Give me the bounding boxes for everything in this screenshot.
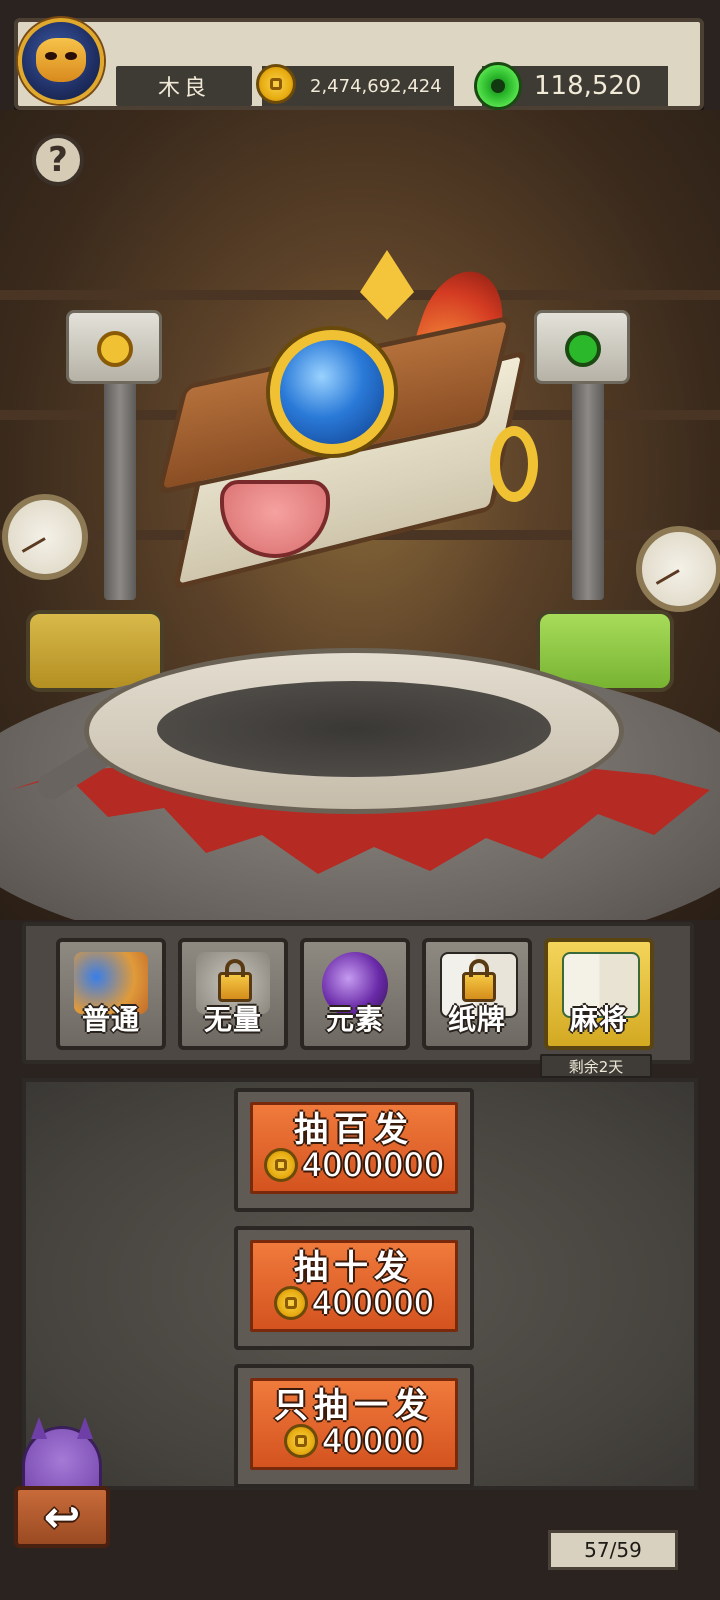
pool-tab-bar: 普通 无量 元素 纸牌 麻将 (22, 922, 694, 1064)
player-avatar[interactable] (18, 18, 104, 104)
help-button[interactable]: ? (32, 134, 84, 186)
draw-10-button[interactable]: 抽十发 400000 (234, 1226, 474, 1350)
blue-orb (270, 330, 394, 454)
tab-element[interactable]: 元素 (300, 938, 410, 1050)
gold-coin-icon (273, 1286, 308, 1320)
draw-10-title: 抽十发 (294, 1248, 414, 1288)
tab-label: 纸牌 (447, 1003, 506, 1036)
right-pipe (572, 370, 604, 600)
mask-avatar-icon (36, 38, 86, 82)
tab-infinite[interactable]: 无量 (178, 938, 288, 1050)
gold-value: 2,474,692,424 (310, 75, 442, 97)
summon-hole (157, 681, 551, 777)
left-canister (66, 310, 162, 384)
cost-value: 400000 (311, 1284, 435, 1322)
draw-10-cost: 400000 (238, 1284, 470, 1322)
leaf-ornament (360, 250, 414, 320)
shelf (0, 290, 720, 300)
draw-1-cost: 40000 (238, 1422, 470, 1460)
gold-coin-icon (284, 1424, 319, 1458)
tab-label: 元素 (325, 1003, 384, 1036)
summon-ring (84, 648, 624, 814)
tab-cards[interactable]: 纸牌 (422, 938, 532, 1050)
player-name: 木良 (116, 66, 252, 106)
left-gauge (2, 494, 88, 580)
top-status-bar: 木良 2,474,692,424 118,520 (14, 18, 704, 110)
collection-count: 57/59 (548, 1530, 678, 1570)
draw-100-title: 抽百发 (294, 1110, 414, 1150)
back-arrow-icon: ↩ (14, 1486, 110, 1548)
tab-mahjong[interactable]: 麻将 (544, 938, 654, 1050)
tab-normal[interactable]: 普通 (56, 938, 166, 1050)
book-creature[interactable] (150, 250, 550, 630)
gold-coin-icon (263, 1148, 298, 1182)
green-gem-icon (474, 62, 522, 110)
right-gauge (636, 526, 720, 612)
tab-label: 普通 (81, 1003, 140, 1036)
back-button[interactable]: ↩ (8, 1426, 118, 1560)
tab-label: 无量 (203, 1003, 262, 1036)
remaining-days: 剩余2天 (540, 1054, 652, 1078)
draw-1-title: 只抽一发 (274, 1386, 434, 1426)
left-pipe (104, 370, 136, 600)
draw-100-cost: 4000000 (238, 1146, 470, 1184)
help-icon: ? (48, 140, 68, 180)
gem-value: 118,520 (534, 71, 642, 101)
cost-value: 4000000 (301, 1146, 445, 1184)
cost-value: 40000 (322, 1422, 424, 1460)
gold-coin-icon (256, 64, 296, 104)
green-gem-icon (565, 331, 601, 367)
draw-100-button[interactable]: 抽百发 4000000 (234, 1088, 474, 1212)
draw-1-button[interactable]: 只抽一发 40000 (234, 1364, 474, 1488)
gold-coin-icon (97, 331, 133, 367)
gold-ring (490, 426, 538, 502)
tab-label: 麻将 (569, 1003, 628, 1036)
gacha-scene (0, 110, 720, 920)
